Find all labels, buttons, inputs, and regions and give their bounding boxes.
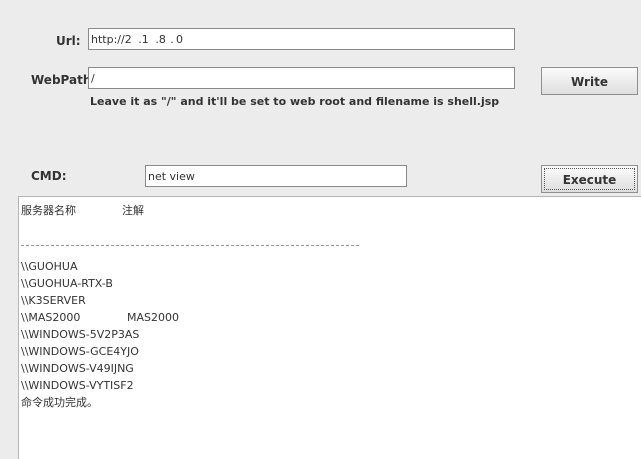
output-row-name: \\K3SERVER — [21, 294, 86, 307]
webpath-hint: Leave it as "/" and it'll be set to web … — [90, 95, 500, 108]
write-button[interactable]: Write — [541, 67, 638, 95]
cmd-label: CMD: — [31, 169, 67, 183]
output-header-name: 服务器名称 — [21, 204, 76, 217]
output-row-name: \\MAS2000 — [21, 311, 81, 324]
url-label: Url: — [56, 34, 81, 48]
url-input[interactable] — [88, 28, 515, 50]
output-row-name: \\WINDOWS-VYTISF2 — [21, 379, 134, 392]
cmd-input[interactable] — [145, 165, 407, 187]
command-output[interactable]: 服务器名称 注解 \\GUOHUA \\GUOHUA-RTX-B \\K3SER… — [18, 196, 641, 459]
webpath-input[interactable] — [88, 67, 515, 89]
output-row-comment: MAS2000 — [127, 311, 179, 324]
output-header-comment: 注解 — [122, 204, 144, 217]
webpath-label: WebPath: — [31, 73, 97, 87]
output-row-name: \\GUOHUA-RTX-B — [21, 277, 113, 290]
output-row-name: \\WINDOWS-V49IJNG — [21, 362, 134, 375]
execute-button[interactable]: Execute — [541, 165, 638, 193]
output-row-name: \\GUOHUA — [21, 260, 78, 273]
output-row-name: \\WINDOWS-5V2P3AS — [21, 328, 140, 341]
output-footer: 命令成功完成。 — [21, 396, 98, 409]
output-row-name: \\WINDOWS-GCE4YJO — [21, 345, 139, 358]
output-divider — [21, 245, 359, 246]
